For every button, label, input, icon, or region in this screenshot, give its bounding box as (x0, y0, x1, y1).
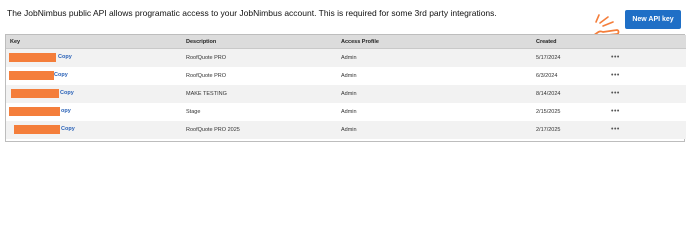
key-cell: Copy (6, 48, 182, 67)
table-row: Copy RoofQuote PRO Admin 6/3/2024 ••• (6, 67, 686, 85)
actions-cell: ••• (607, 121, 686, 139)
column-header-actions (607, 35, 686, 49)
actions-cell: ••• (607, 48, 686, 67)
copy-key-link[interactable]: Copy (61, 126, 75, 132)
key-cell: opy (6, 103, 182, 121)
redacted-key (9, 53, 56, 62)
column-header-description: Description (182, 35, 337, 49)
created-cell: 2/15/2025 (532, 103, 607, 121)
more-horizontal-icon[interactable]: ••• (611, 90, 620, 97)
created-cell: 6/3/2024 (532, 67, 607, 85)
redacted-key (9, 107, 60, 116)
new-api-key-button[interactable]: New API key (625, 10, 681, 29)
created-cell: 5/17/2024 (532, 48, 607, 67)
access-profile-cell: Admin (337, 103, 532, 121)
column-header-key: Key (6, 35, 182, 49)
description-cell: RoofQuote PRO (182, 48, 337, 67)
created-cell: 8/14/2024 (532, 85, 607, 103)
description-cell: RoofQuote PRO (182, 67, 337, 85)
table-row: Copy RoofQuote PRO 2025 Admin 2/17/2025 … (6, 121, 686, 139)
table-row: Copy RoofQuote PRO Admin 5/17/2024 ••• (6, 48, 686, 67)
access-profile-cell: Admin (337, 85, 532, 103)
more-horizontal-icon[interactable]: ••• (611, 54, 620, 61)
actions-cell: ••• (607, 103, 686, 121)
key-cell: Copy (6, 67, 182, 85)
copy-key-link[interactable]: Copy (58, 54, 72, 60)
copy-key-link[interactable]: Copy (60, 90, 74, 96)
key-cell: Copy (6, 85, 182, 103)
table-row: Copy MAKE TESTING Admin 8/14/2024 ••• (6, 85, 686, 103)
redacted-key (11, 89, 59, 98)
description-cell: RoofQuote PRO 2025 (182, 121, 337, 139)
column-header-access-profile: Access Profile (337, 35, 532, 49)
redacted-key (9, 71, 54, 80)
actions-cell: ••• (607, 67, 686, 85)
description-cell: Stage (182, 103, 337, 121)
column-header-created: Created (532, 35, 607, 49)
page-description: The JobNimbus public API allows programa… (7, 8, 497, 18)
access-profile-cell: Admin (337, 48, 532, 67)
created-cell: 2/17/2025 (532, 121, 607, 139)
api-keys-table: Key Description Access Profile Created C… (5, 34, 686, 142)
key-cell: Copy (6, 121, 182, 139)
more-horizontal-icon[interactable]: ••• (611, 72, 620, 79)
access-profile-cell: Admin (337, 67, 532, 85)
copy-key-link[interactable]: opy (61, 108, 71, 114)
actions-cell: ••• (607, 85, 686, 103)
copy-key-link[interactable]: Copy (54, 72, 68, 78)
more-horizontal-icon[interactable]: ••• (611, 108, 620, 115)
more-horizontal-icon[interactable]: ••• (611, 126, 620, 133)
access-profile-cell: Admin (337, 121, 532, 139)
table-header-row: Key Description Access Profile Created (6, 35, 686, 49)
table-row: opy Stage Admin 2/15/2025 ••• (6, 103, 686, 121)
redacted-key (14, 125, 60, 134)
description-cell: MAKE TESTING (182, 85, 337, 103)
